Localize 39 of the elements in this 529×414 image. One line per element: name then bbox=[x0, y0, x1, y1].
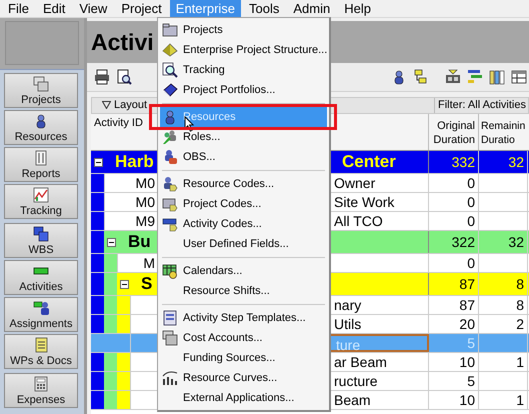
activity-name: ture bbox=[336, 337, 360, 353]
activity-name: Utils bbox=[334, 316, 362, 332]
activity-id: M bbox=[143, 255, 155, 271]
duration-cell: 0 bbox=[467, 255, 475, 271]
duration-cell: 0 bbox=[467, 213, 475, 229]
duration-cell: 0 bbox=[467, 175, 475, 191]
duration-cell: 8 bbox=[516, 297, 524, 313]
activity-name: All TCO bbox=[334, 213, 383, 229]
duration-cell: 10 bbox=[459, 354, 475, 370]
activity-id: M0 bbox=[136, 175, 155, 191]
duration-cell: 32 bbox=[508, 234, 524, 250]
wbs-name: Bu bbox=[128, 231, 151, 253]
duration-cell: 2 bbox=[516, 316, 524, 332]
duration-cell: 87 bbox=[459, 297, 475, 313]
activity-name: nary bbox=[334, 297, 362, 313]
activity-name: ructure bbox=[334, 373, 378, 389]
duration-cell: 10 bbox=[459, 392, 475, 408]
activity-name: Beam bbox=[334, 392, 371, 408]
activity-id: M0 bbox=[136, 194, 155, 210]
duration-cell: 0 bbox=[467, 194, 475, 210]
duration-cell: 1 bbox=[516, 354, 524, 370]
duration-cell: 20 bbox=[459, 316, 475, 332]
wbs-name: Harb bbox=[115, 151, 154, 173]
wbs-name: Center bbox=[342, 152, 396, 171]
wbs-name: S bbox=[141, 273, 152, 295]
duration-cell: 332 bbox=[452, 154, 475, 170]
duration-cell: 32 bbox=[508, 154, 524, 170]
activity-name: ar Beam bbox=[334, 354, 387, 370]
view-title: Activi bbox=[91, 28, 154, 56]
filter-label: Filter: All Activities bbox=[434, 98, 528, 113]
duration-cell: 322 bbox=[452, 234, 475, 250]
duration-cell: 5 bbox=[467, 335, 475, 351]
activity-name: Site Work bbox=[334, 194, 394, 210]
duration-cell: 5 bbox=[467, 373, 475, 389]
duration-cell: 8 bbox=[516, 276, 524, 292]
duration-cell: 87 bbox=[459, 276, 475, 292]
activity-name: Owner bbox=[334, 175, 376, 191]
activity-id: M9 bbox=[136, 213, 155, 229]
duration-cell: 1 bbox=[516, 392, 524, 408]
